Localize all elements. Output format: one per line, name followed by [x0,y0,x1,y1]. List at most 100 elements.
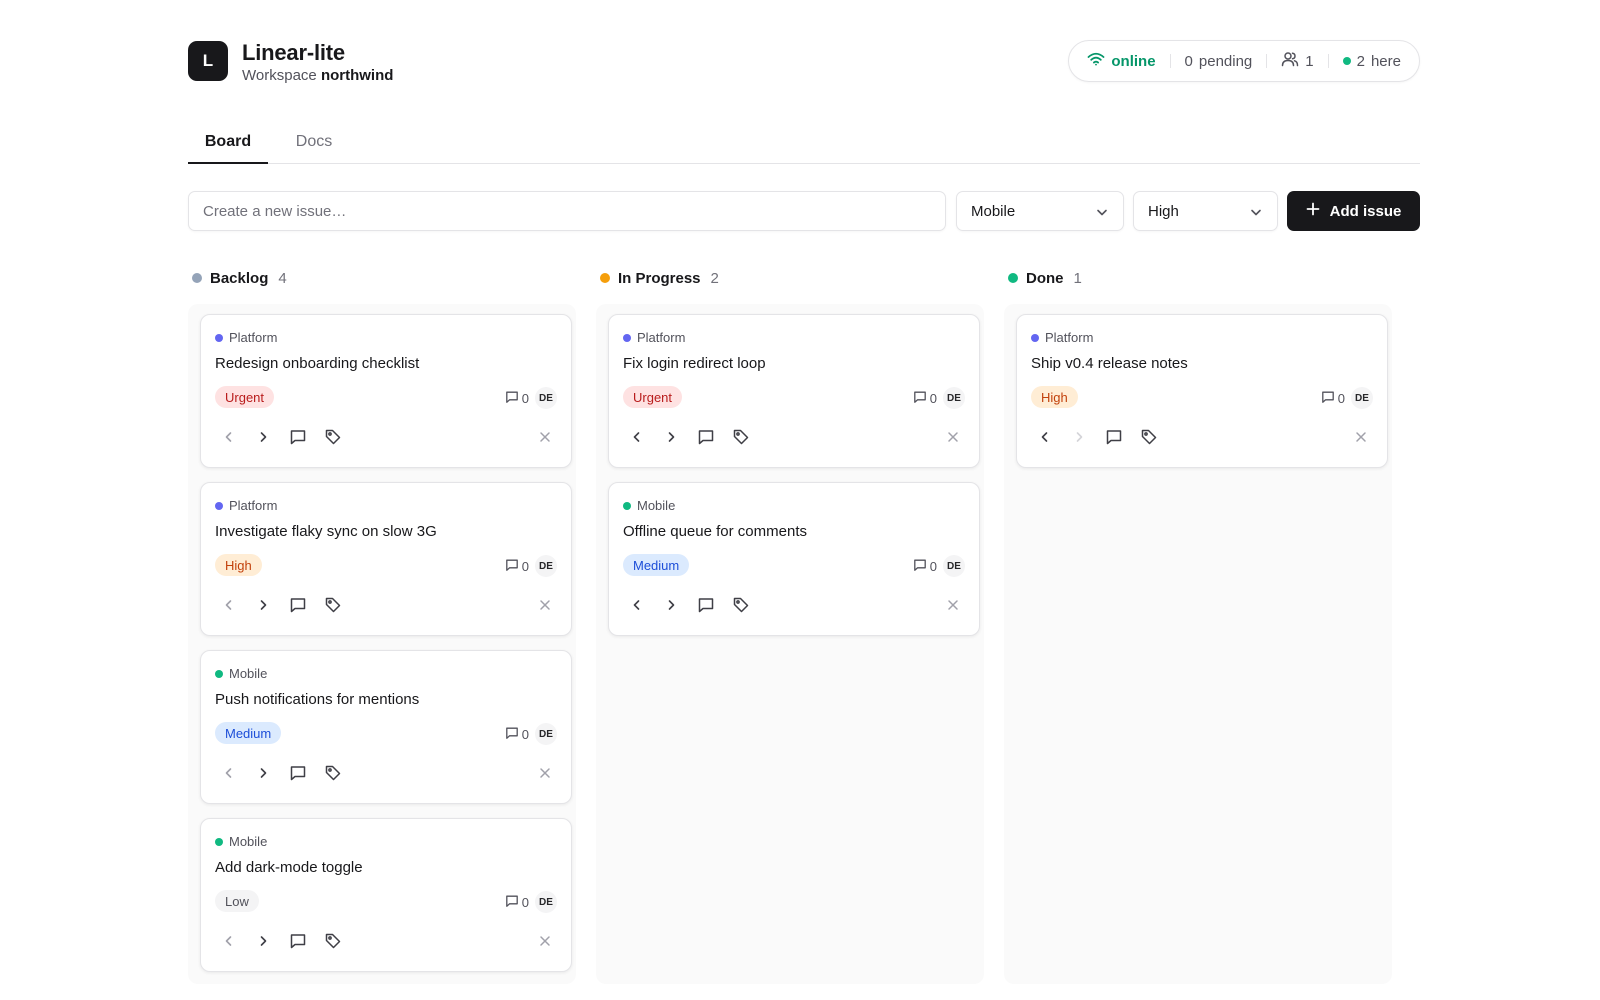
add-label-button[interactable] [729,595,753,619]
delete-issue-button[interactable] [533,427,557,451]
wifi-icon [1087,52,1105,70]
chevron-left-icon [630,430,644,449]
add-label-button[interactable] [321,931,345,955]
move-right-button[interactable] [659,427,683,451]
new-issue-input[interactable] [188,191,946,231]
issue-card[interactable]: Mobile Add dark-mode toggle Low 0 DE [200,818,572,972]
card-team-label: Platform [637,330,686,345]
issue-card[interactable]: Platform Investigate flaky sync on slow … [200,482,572,636]
tag-icon [324,596,342,619]
move-left-button[interactable] [217,427,241,451]
add-comment-button[interactable] [1102,427,1126,451]
move-left-button[interactable] [625,595,649,619]
card-team-label: Platform [229,498,278,513]
priority-badge: Medium [215,722,282,744]
presence-dot-icon [1342,57,1351,65]
add-comment-button[interactable] [286,763,310,787]
add-comment-button[interactable] [286,427,310,451]
add-comment-button[interactable] [694,595,718,619]
issue-card[interactable]: Platform Fix login redirect loop Urgent … [608,314,980,468]
users-icon [1281,51,1299,71]
comment-count-value: 0 [929,390,937,406]
delete-issue-button[interactable] [941,427,965,451]
move-left-button[interactable] [217,595,241,619]
team-select[interactable]: Mobile [956,191,1124,231]
priority-badge: Medium [623,554,690,576]
card-actions [625,427,965,451]
add-label-button[interactable] [729,427,753,451]
team-select-value: Mobile [971,202,1016,220]
card-title[interactable]: Add dark-mode toggle [215,859,363,876]
priority-badge: High [1031,386,1078,408]
delete-issue-button[interactable] [533,595,557,619]
column-in-progress: In Progress 2 Platform Fix login redirec… [596,268,984,984]
card-team-label: Mobile [637,498,676,513]
tab-board[interactable]: Board [188,124,268,164]
card-title[interactable]: Fix login redirect loop [623,355,766,372]
app-logo: L [188,41,228,81]
add-issue-button[interactable]: Add issue [1287,191,1420,231]
column-status-dot-icon [192,273,202,283]
column-backlog: Backlog 4 Platform Redesign onboarding c… [188,268,576,984]
close-icon [947,430,959,448]
issue-card[interactable]: Platform Ship v0.4 release notes High 0 … [1016,314,1388,468]
add-label-button[interactable] [321,595,345,619]
card-team-label: Platform [229,330,278,345]
tag-icon [732,428,750,451]
comment-icon [505,558,519,575]
card-title[interactable]: Redesign onboarding checklist [215,355,419,372]
add-comment-button[interactable] [286,931,310,955]
comment-icon [289,764,307,787]
assignee-avatar: DE [535,387,557,409]
delete-issue-button[interactable] [533,931,557,955]
card-actions [1033,427,1373,451]
team-dot-icon [215,501,223,510]
priority-select[interactable]: High [1133,191,1278,231]
comment-icon [697,428,715,451]
delete-issue-button[interactable] [941,595,965,619]
add-comment-button[interactable] [694,427,718,451]
card-title[interactable]: Ship v0.4 release notes [1031,355,1188,372]
issue-card[interactable]: Mobile Push notifications for mentions M… [200,650,572,804]
move-left-button[interactable] [217,931,241,955]
priority-select-value: High [1148,202,1179,220]
close-icon [947,598,959,616]
move-right-button[interactable] [251,595,275,619]
card-team-label: Mobile [229,834,268,849]
card-meta: 0 DE [913,387,965,409]
card-title[interactable]: Push notifications for mentions [215,691,419,708]
chevron-left-icon [222,766,236,785]
assignee-avatar: DE [535,891,557,913]
card-team: Platform [1031,330,1093,345]
move-right-button[interactable] [251,427,275,451]
team-dot-icon [215,333,223,342]
tab-docs[interactable]: Docs [284,124,344,164]
delete-issue-button[interactable] [1349,427,1373,451]
column-title: In Progress [618,269,701,287]
move-right-button[interactable] [659,595,683,619]
issue-card[interactable]: Platform Redesign onboarding checklist U… [200,314,572,468]
chevron-right-icon [256,766,270,785]
card-title[interactable]: Investigate flaky sync on slow 3G [215,523,437,540]
move-right-button[interactable] [251,931,275,955]
move-right-button[interactable] [1067,427,1091,451]
add-label-button[interactable] [1137,427,1161,451]
move-left-button[interactable] [1033,427,1057,451]
workspace-info: Workspace northwind [242,67,393,84]
issue-card[interactable]: Mobile Offline queue for comments Medium… [608,482,980,636]
add-label-button[interactable] [321,427,345,451]
assignee-avatar: DE [1351,387,1373,409]
move-left-button[interactable] [217,763,241,787]
delete-issue-button[interactable] [533,763,557,787]
plus-icon [1306,202,1320,220]
chevron-right-icon [256,934,270,953]
move-right-button[interactable] [251,763,275,787]
add-comment-button[interactable] [286,595,310,619]
chevron-left-icon [222,598,236,617]
add-label-button[interactable] [321,763,345,787]
card-meta: 0 DE [505,723,557,745]
card-actions [625,595,965,619]
move-left-button[interactable] [625,427,649,451]
column-count: 2 [710,269,719,287]
card-title[interactable]: Offline queue for comments [623,523,807,540]
